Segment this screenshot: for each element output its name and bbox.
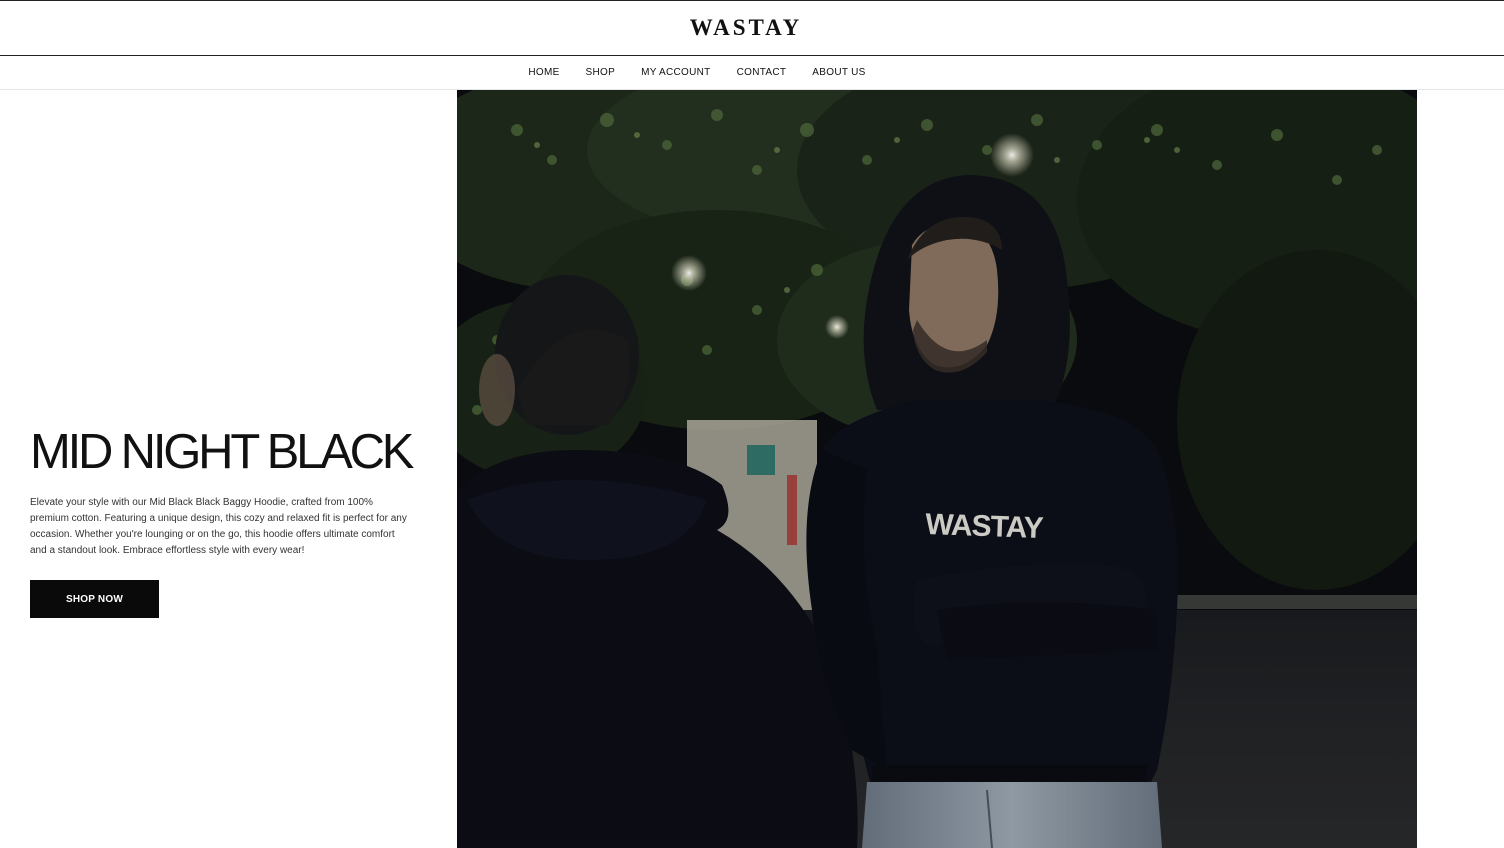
main-navigation: HOME SHOP MY ACCOUNT CONTACT ABOUT US — [0, 56, 1504, 90]
hero-image: WASTAY — [457, 90, 1417, 848]
nav-item-contact[interactable]: CONTACT — [737, 67, 787, 78]
hero-title: MID NIGHT BLACK — [30, 425, 414, 479]
page: WASTAY HOME SHOP MY ACCOUNT CONTACT ABOU… — [0, 0, 1504, 848]
nav-item-about-us[interactable]: ABOUT US — [812, 67, 865, 78]
hero-description: Elevate your style with our Mid Black Bl… — [30, 497, 407, 556]
hero-photo-illustration: WASTAY — [457, 90, 1417, 848]
shop-now-button[interactable]: SHOP NOW — [30, 580, 159, 618]
nav-item-shop[interactable]: SHOP — [586, 67, 616, 78]
nav-item-my-account[interactable]: MY ACCOUNT — [641, 67, 711, 78]
nav-item-home[interactable]: HOME — [528, 67, 559, 78]
brand-header: WASTAY — [0, 1, 1504, 56]
brand-logo[interactable]: WASTAY — [690, 15, 803, 41]
